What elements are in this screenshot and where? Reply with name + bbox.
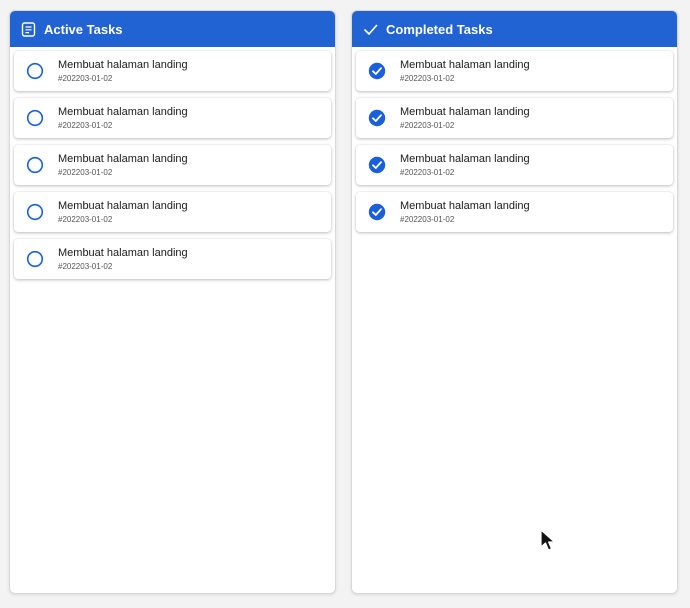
completed-task-card[interactable]: Membuat halaman landing #202203-01-02	[356, 51, 673, 91]
active-tasks-header: Active Tasks	[10, 11, 335, 47]
task-id: #202203-01-02	[58, 167, 113, 177]
task-title: Membuat halaman landing	[400, 199, 530, 212]
circle-unchecked-icon[interactable]	[26, 250, 44, 268]
task-title: Membuat halaman landing	[58, 246, 188, 259]
active-task-card[interactable]: Membuat halaman landing #202203-01-02	[14, 192, 331, 232]
task-title: Membuat halaman landing	[400, 105, 530, 118]
active-task-card[interactable]: Membuat halaman landing #202203-01-02	[14, 51, 331, 91]
circle-checked-icon[interactable]	[368, 62, 386, 80]
active-task-card[interactable]: Membuat halaman landing #202203-01-02	[14, 98, 331, 138]
task-title: Membuat halaman landing	[400, 58, 530, 71]
task-title: Membuat halaman landing	[58, 199, 188, 212]
completed-task-card[interactable]: Membuat halaman landing #202203-01-02	[356, 192, 673, 232]
completed-task-card[interactable]: Membuat halaman landing #202203-01-02	[356, 145, 673, 185]
active-tasks-title: Active Tasks	[44, 21, 123, 37]
active-task-card[interactable]: Membuat halaman landing #202203-01-02	[14, 145, 331, 185]
task-id: #202203-01-02	[400, 167, 455, 177]
completed-tasks-panel: Completed Tasks Membuat halaman landing …	[351, 10, 678, 594]
task-id: #202203-01-02	[58, 120, 113, 130]
active-tasks-panel: Active Tasks Membuat halaman landing #20…	[9, 10, 336, 594]
task-id: #202203-01-02	[58, 73, 113, 83]
circle-unchecked-icon[interactable]	[26, 62, 44, 80]
circle-unchecked-icon[interactable]	[26, 109, 44, 127]
circle-checked-icon[interactable]	[368, 109, 386, 127]
completed-task-card[interactable]: Membuat halaman landing #202203-01-02	[356, 98, 673, 138]
list-document-icon	[20, 21, 36, 37]
active-task-card[interactable]: Membuat halaman landing #202203-01-02	[14, 239, 331, 279]
circle-unchecked-icon[interactable]	[26, 156, 44, 174]
completed-tasks-header: Completed Tasks	[352, 11, 677, 47]
circle-unchecked-icon[interactable]	[26, 203, 44, 221]
checkmark-icon	[362, 21, 378, 37]
task-id: #202203-01-02	[400, 120, 455, 130]
task-title: Membuat halaman landing	[58, 105, 188, 118]
circle-checked-icon[interactable]	[368, 156, 386, 174]
task-id: #202203-01-02	[58, 261, 113, 271]
circle-checked-icon[interactable]	[368, 203, 386, 221]
task-id: #202203-01-02	[400, 214, 455, 224]
task-title: Membuat halaman landing	[58, 58, 188, 71]
task-title: Membuat halaman landing	[400, 152, 530, 165]
task-id: #202203-01-02	[58, 214, 113, 224]
task-id: #202203-01-02	[400, 73, 455, 83]
completed-tasks-title: Completed Tasks	[386, 21, 493, 37]
task-title: Membuat halaman landing	[58, 152, 188, 165]
mouse-pointer-icon	[540, 529, 560, 553]
